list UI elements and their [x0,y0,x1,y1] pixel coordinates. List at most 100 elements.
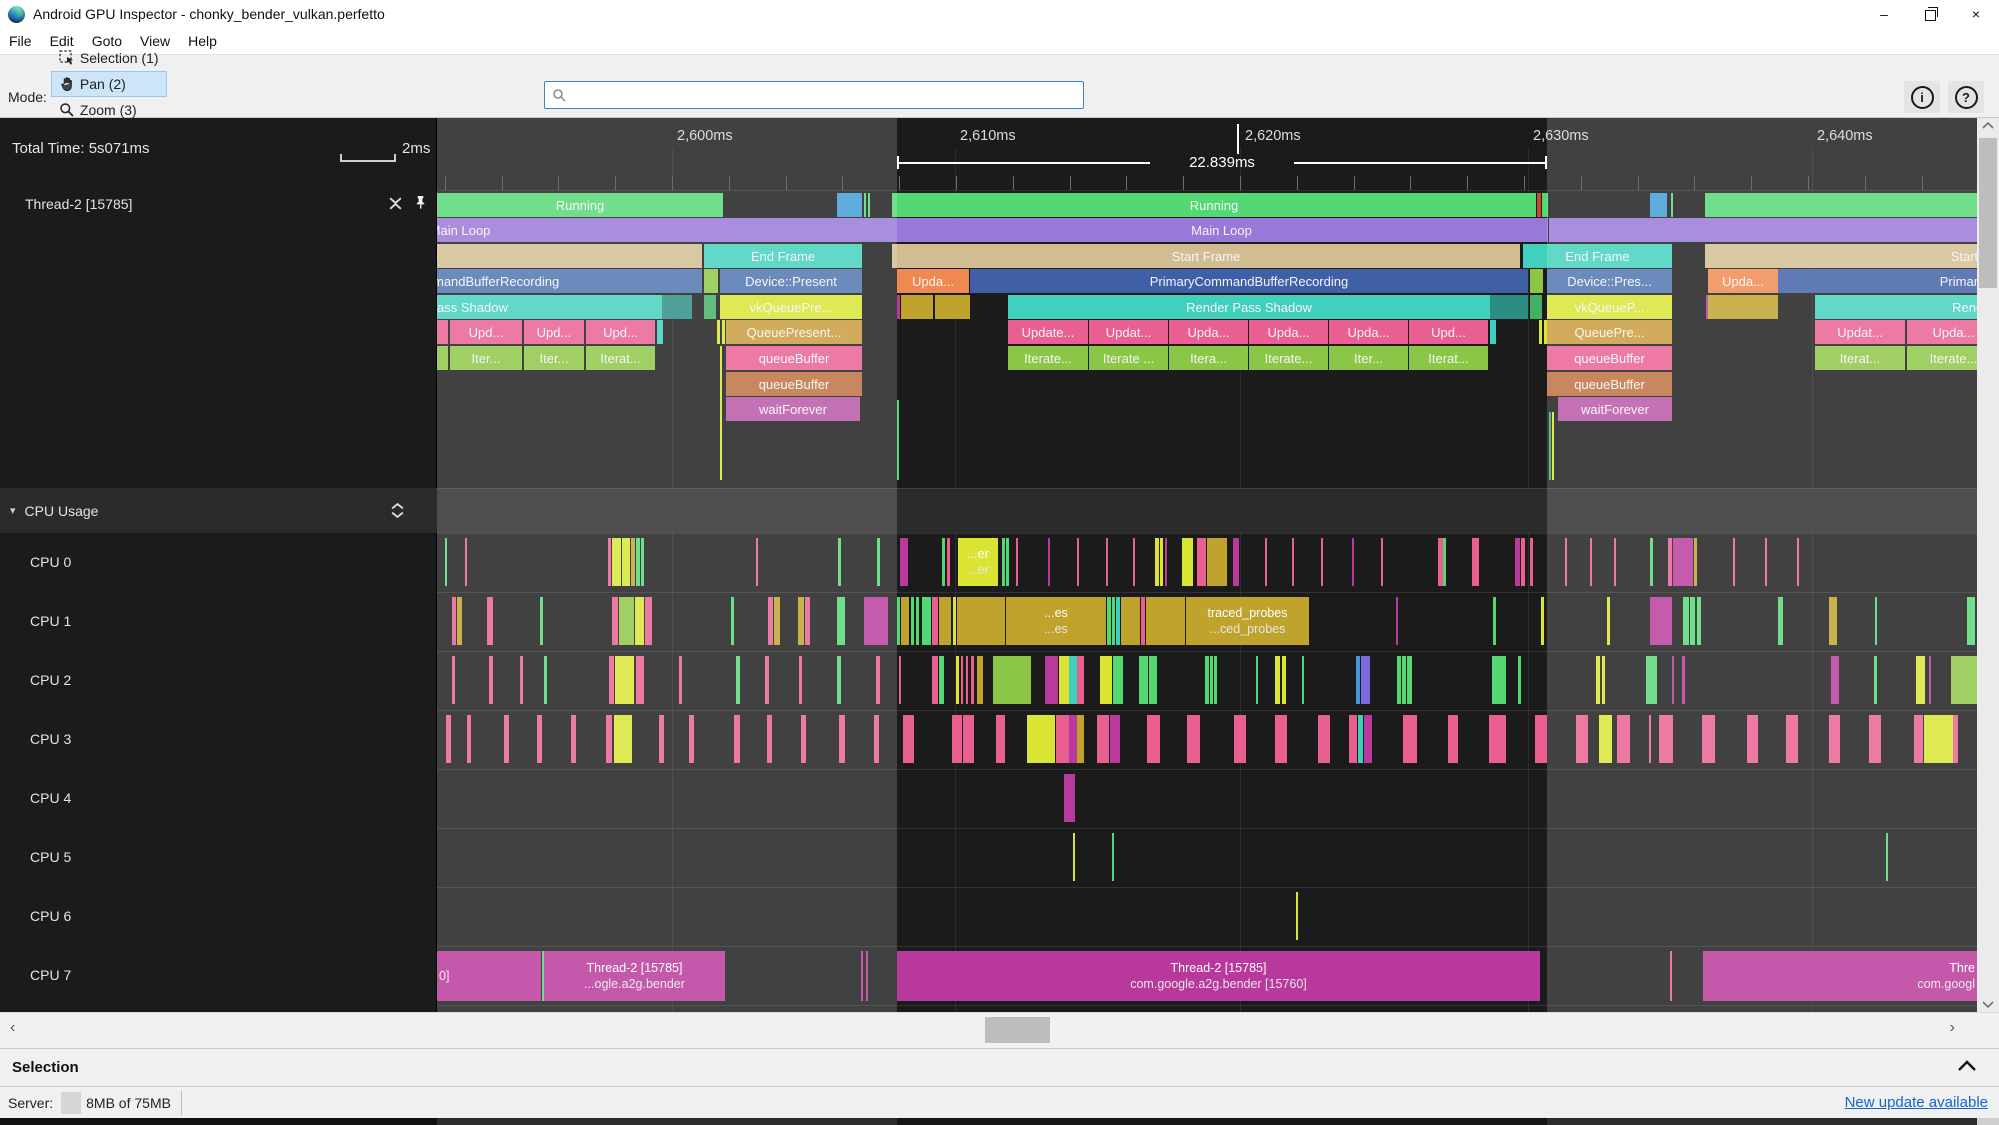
cpu-slice[interactable] [1056,715,1069,763]
cpu-slice[interactable] [900,538,908,586]
cpu-slice[interactable] [1147,715,1160,763]
cpu-slice[interactable] [1187,715,1200,763]
cpu-slice[interactable] [947,538,950,586]
cpu-slice[interactable] [922,597,931,645]
cpu-slice[interactable] [1397,656,1401,704]
info-button[interactable]: i [1904,81,1940,113]
cpu-slice[interactable] [1112,597,1115,645]
cpu-slice[interactable] [1358,715,1363,763]
timeline-slice[interactable] [1539,320,1542,344]
cpu-slice[interactable] [1002,538,1005,586]
cpu-slice[interactable] [1048,538,1050,586]
cpu-slice[interactable] [957,597,1005,645]
cpu-slice[interactable] [932,597,938,645]
menu-file[interactable]: File [0,33,41,49]
cpu-slice[interactable] [1069,656,1077,704]
cpu-slice[interactable] [1492,656,1506,704]
cpu-slice[interactable] [1160,538,1163,586]
cpu-slice[interactable] [1256,656,1258,704]
cpu-slice[interactable]: traced_probes ...ced_probes [1186,597,1309,645]
cpu-slice[interactable] [1006,538,1009,586]
cpu-usage-header[interactable]: ▾ CPU Usage [0,488,437,533]
cpu-slice[interactable]: Thread-2 [15785] com.google.a2g.bender [1… [897,951,1540,1001]
cpu-slice[interactable] [1141,597,1145,645]
cpu-slice[interactable] [911,597,914,645]
cpu-slice[interactable] [1233,538,1239,586]
timeline-slice[interactable]: Start Frame [892,244,1520,268]
cpu-slice[interactable] [1518,656,1521,704]
timeline-slice[interactable]: Itera... [1169,346,1248,370]
timeline-slice[interactable]: Upda... [1329,320,1408,344]
cpu-slice[interactable] [1077,715,1084,763]
selection-panel-header[interactable]: Selection [0,1048,1999,1086]
timeline-canvas[interactable]: RunningRunningMain LoopMain LoopStart Fr… [437,118,1977,1012]
cpu-slice[interactable] [1275,715,1287,763]
cpu-slice[interactable] [1292,538,1294,586]
timeline-slice[interactable]: Render Pass Shadow [1008,295,1490,319]
cpu-slice[interactable] [961,656,963,704]
cpu-slice[interactable] [1207,538,1227,586]
minimize-button[interactable]: – [1861,0,1907,28]
cpu-slice[interactable] [1073,833,1075,881]
scroll-up-icon[interactable] [1981,121,1995,131]
cpu-slice[interactable] [993,656,1031,704]
cpu-slice[interactable] [971,656,974,704]
horizontal-scrollbar[interactable]: ‹ › [0,1012,1999,1048]
cpu-slice[interactable] [1139,656,1148,704]
timeline-slice[interactable] [901,295,933,319]
timeline-slice[interactable]: Update... [1008,320,1088,344]
scroll-down-icon[interactable] [1981,999,1995,1009]
timeline-slice[interactable]: Updat... [1089,320,1168,344]
cpu-slice[interactable] [952,715,962,763]
cpu-slice[interactable] [1100,656,1112,704]
scroll-right-icon[interactable]: › [1950,1019,1955,1037]
cpu-slice[interactable] [1110,715,1120,763]
scroll-left-icon[interactable]: ‹ [10,1019,15,1037]
cpu-slice[interactable] [1097,715,1109,763]
timeline-slice[interactable]: Iterate... [1249,346,1328,370]
cpu-slice[interactable] [1275,656,1280,704]
cpu-slice[interactable] [1045,656,1058,704]
mode-button-pan[interactable]: Pan (2) [50,71,167,97]
cpu-slice[interactable] [939,597,951,645]
cpu-slice[interactable] [966,656,968,704]
cpu-slice[interactable] [1493,597,1496,645]
cpu-slice[interactable] [901,597,909,645]
timeline-slice[interactable] [897,295,900,319]
cpu-slice[interactable] [1448,715,1458,763]
cpu-slice[interactable] [1403,715,1417,763]
timeline-slice[interactable]: Upda... [1169,320,1248,344]
cpu-slice[interactable] [1133,538,1135,586]
collapse-selection-icon[interactable] [1957,1059,1977,1073]
help-button[interactable]: ? [1948,81,1984,113]
cpu-slice[interactable] [1121,597,1140,645]
cpu-slice[interactable] [1113,656,1123,704]
close-button[interactable]: × [1953,0,1999,28]
cpu-slice[interactable]: ...es ...es [1006,597,1106,645]
search-input[interactable] [544,81,1084,109]
cpu-slice[interactable] [942,538,945,586]
mode-button-selection[interactable]: Selection (1) [51,45,167,71]
cpu-slice[interactable] [1521,538,1525,586]
timeline-slice[interactable]: Iterat... [1409,346,1488,370]
cpu-slice[interactable] [953,597,956,645]
timeline-slice[interactable]: Upd... [1409,320,1488,344]
cpu-slice[interactable] [996,715,1005,763]
cpu-slice[interactable] [1535,715,1547,763]
cpu-slice[interactable] [1182,538,1193,586]
vertical-scrollbar[interactable] [1977,118,1999,1012]
cpu-slice[interactable] [1356,656,1360,704]
cpu-slice[interactable] [1265,538,1267,586]
cpu-slice[interactable] [1296,892,1298,940]
cpu-slice[interactable] [963,715,974,763]
cpu-slice[interactable] [1116,597,1120,645]
cpu-slice[interactable] [1443,538,1446,586]
timeline-slice[interactable]: Upda... [897,269,969,293]
cpu-slice[interactable] [1210,656,1213,704]
cpu-slice[interactable] [977,656,983,704]
cpu-slice[interactable] [1318,715,1330,763]
menu-help[interactable]: Help [179,33,226,49]
timeline-slice[interactable]: Iter... [1329,346,1408,370]
search-field[interactable] [567,81,1083,109]
cpu-slice[interactable] [1541,597,1544,645]
